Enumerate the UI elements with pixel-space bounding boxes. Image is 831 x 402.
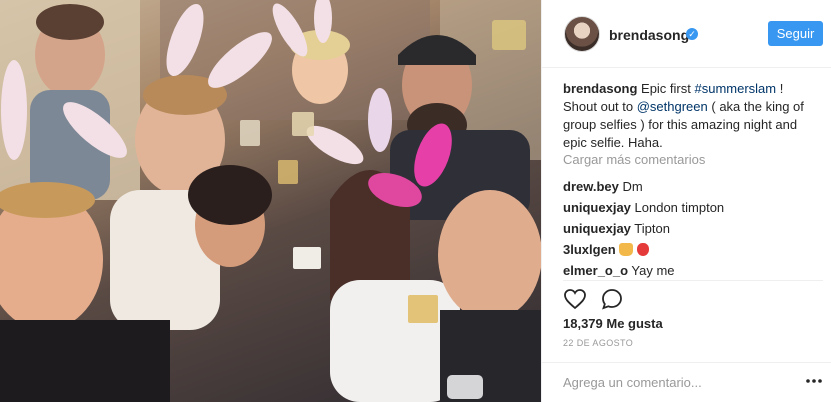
- verified-badge-icon: ✓: [686, 28, 698, 40]
- comment-text: Dm: [618, 179, 643, 194]
- comment-item: drew.bey Dm: [563, 176, 823, 197]
- comment-text: London timpton: [630, 200, 725, 215]
- group-selfie-image: [0, 0, 541, 402]
- comment-username[interactable]: 3luxlgen: [563, 242, 616, 257]
- comment-text: Yay me: [628, 263, 675, 278]
- divider: [563, 280, 823, 281]
- load-more-comments-link[interactable]: Cargar más comentarios: [563, 152, 705, 167]
- thumbs-up-emoji-icon: [619, 243, 634, 256]
- post-header: brendasong ✓ Seguir: [542, 0, 831, 68]
- comment-text: Tipton: [630, 221, 670, 236]
- comment-icon[interactable]: [600, 287, 624, 311]
- caption-hashtag[interactable]: #summerslam: [694, 81, 776, 96]
- comment-username[interactable]: elmer_o_o: [563, 263, 628, 278]
- avatar[interactable]: [564, 16, 600, 52]
- header-username[interactable]: brendasong: [609, 27, 689, 43]
- comment-item: elmer_o_o Yay me: [563, 260, 823, 281]
- comment-item: uniquexjay Tipton: [563, 218, 823, 239]
- post-photo[interactable]: [0, 0, 541, 402]
- post-side-panel: brendasong ✓ Seguir brendasong Epic firs…: [541, 0, 831, 402]
- caption-text-1: Epic first: [637, 81, 695, 96]
- comment-username[interactable]: uniquexjay: [563, 221, 631, 236]
- comment-username[interactable]: drew.bey: [563, 179, 619, 194]
- caption-username[interactable]: brendasong: [563, 81, 637, 96]
- comment-item: 3luxlgen: [563, 239, 823, 260]
- post-date[interactable]: 22 DE AGOSTO: [563, 338, 633, 348]
- comment-box: [542, 362, 831, 402]
- comment-username[interactable]: uniquexjay: [563, 200, 631, 215]
- follow-button[interactable]: Seguir: [768, 21, 823, 46]
- comment-input[interactable]: [563, 373, 793, 391]
- heart-icon[interactable]: [563, 287, 587, 311]
- comment-list: drew.bey Dm uniquexjay London timpton un…: [563, 176, 823, 281]
- caption-mention[interactable]: @sethgreen: [637, 99, 708, 114]
- post-caption: brendasong Epic first #summerslam ! Shou…: [563, 80, 813, 152]
- more-options-icon[interactable]: [806, 378, 822, 384]
- like-count[interactable]: 18,379 Me gusta: [563, 316, 663, 331]
- strawberry-emoji-icon: [637, 243, 649, 256]
- comment-item: uniquexjay London timpton: [563, 197, 823, 218]
